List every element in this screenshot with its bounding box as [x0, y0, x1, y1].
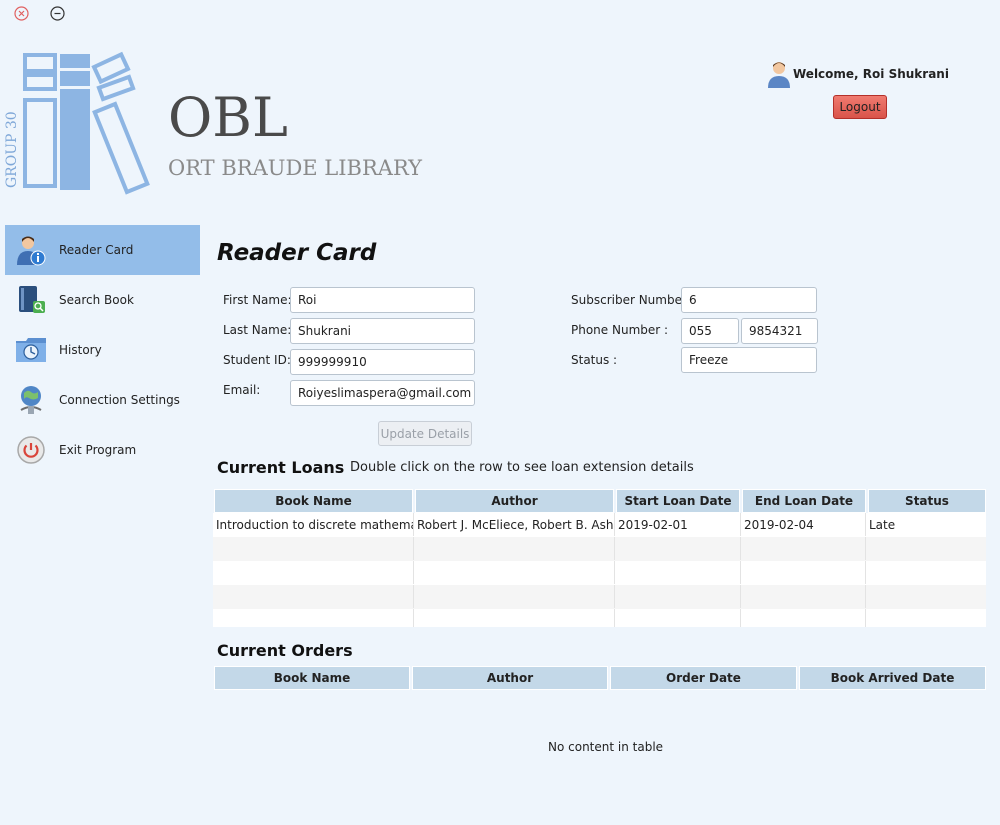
orders-header-order-date[interactable]: Order Date: [610, 666, 797, 690]
first-name-field[interactable]: Roi: [290, 287, 475, 313]
logo-title: OBL: [168, 86, 288, 149]
orders-header-arrived-date[interactable]: Book Arrived Date: [799, 666, 986, 690]
sidebar-item-search-book[interactable]: Search Book: [5, 275, 200, 325]
loans-header-start-date[interactable]: Start Loan Date: [616, 489, 740, 513]
update-details-button[interactable]: Update Details: [378, 421, 472, 446]
last-name-field[interactable]: Shukrani: [290, 318, 475, 344]
table-row-empty: [213, 561, 986, 585]
sidebar-item-exit-program[interactable]: Exit Program: [5, 425, 200, 475]
current-loans-title: Current Loans: [217, 458, 345, 477]
close-window-button[interactable]: [14, 6, 29, 21]
loan-status-cell: Late: [869, 517, 896, 532]
phone-prefix-field[interactable]: 055: [681, 318, 739, 344]
sidebar-item-label: Reader Card: [59, 243, 134, 257]
welcome-text: Welcome, Roi Shukrani: [793, 67, 949, 81]
user-avatar-icon: [767, 60, 791, 88]
sidebar-item-label: Search Book: [59, 293, 134, 307]
connection-globe-icon: [15, 384, 47, 416]
sidebar-item-reader-card[interactable]: Reader Card: [5, 225, 200, 275]
loan-end-date-cell: 2019-02-04: [741, 513, 866, 536]
orders-header-author[interactable]: Author: [412, 666, 608, 690]
books-logo-icon: [23, 51, 150, 195]
logo-subtitle: ORT BRAUDE LIBRARY: [168, 156, 422, 180]
circle-x-icon: [14, 6, 29, 21]
phone-number-field[interactable]: 9854321: [741, 318, 818, 344]
orders-empty-message: No content in table: [548, 740, 664, 754]
loans-header-book-name[interactable]: Book Name: [214, 489, 413, 513]
table-row-empty: [213, 537, 986, 561]
minimize-window-button[interactable]: [50, 6, 65, 21]
circle-minus-icon: [50, 6, 65, 21]
loans-hint: Double click on the row to see loan exte…: [350, 460, 694, 475]
status-field[interactable]: Freeze: [681, 347, 817, 373]
student-id-label: Student ID:: [223, 353, 291, 367]
sidebar-item-label: History: [59, 343, 102, 357]
power-icon: [15, 434, 47, 466]
status-label: Status :: [571, 353, 618, 367]
group-label: GROUP 30: [4, 111, 20, 188]
current-orders-title: Current Orders: [217, 641, 353, 660]
table-row[interactable]: Introduction to discrete mathemati... Ro…: [213, 513, 986, 537]
loans-header-author[interactable]: Author: [415, 489, 614, 513]
sidebar-item-connection-settings[interactable]: Connection Settings: [5, 375, 200, 425]
last-name-label: Last Name:: [223, 323, 292, 337]
phone-number-label: Phone Number :: [571, 323, 669, 337]
email-field[interactable]: Roiyeslimaspera@gmail.com: [290, 380, 475, 406]
table-row-empty: [213, 609, 986, 627]
first-name-label: First Name:: [223, 293, 292, 307]
sidebar-item-history[interactable]: History: [5, 325, 200, 375]
email-label: Email:: [223, 383, 261, 397]
student-id-field[interactable]: 999999910: [290, 349, 475, 375]
loans-header-end-date[interactable]: End Loan Date: [742, 489, 866, 513]
subscriber-number-label: Subscriber Number:: [571, 293, 691, 307]
loan-author-cell: Robert J. McEliece, Robert B. Ash, ...: [414, 513, 615, 536]
logout-button[interactable]: Logout: [833, 95, 887, 119]
table-row-empty: [213, 585, 986, 609]
history-clock-icon: [15, 334, 47, 366]
page-title: Reader Card: [217, 240, 377, 266]
sidebar-item-label: Exit Program: [59, 443, 137, 457]
loan-book-name-cell: Introduction to discrete mathemati...: [213, 513, 414, 536]
search-book-icon: [15, 284, 47, 316]
orders-header-book-name[interactable]: Book Name: [214, 666, 410, 690]
subscriber-number-field[interactable]: 6: [681, 287, 817, 313]
reader-card-icon: [15, 234, 47, 266]
loan-start-date-cell: 2019-02-01: [615, 513, 741, 536]
library-logo: [20, 50, 170, 195]
loans-header-status[interactable]: Status: [868, 489, 986, 513]
sidebar-item-label: Connection Settings: [59, 393, 180, 407]
